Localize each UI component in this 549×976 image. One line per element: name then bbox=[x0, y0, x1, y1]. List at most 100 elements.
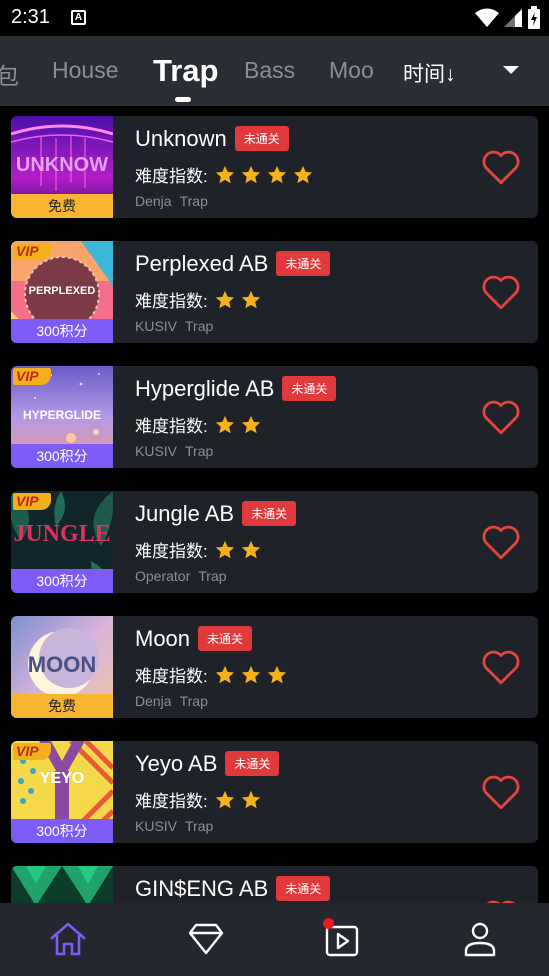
song-cover: JUNGLE VIP 300积分 bbox=[11, 491, 113, 593]
song-cover: MOON 免费 bbox=[11, 616, 113, 718]
song-list[interactable]: UNKNOW 免费 Unknown 未通关 难度指数: Denja Trap PER… bbox=[0, 106, 549, 903]
song-genre: Trap bbox=[185, 818, 214, 834]
song-meta: KUSIV Trap bbox=[135, 443, 221, 459]
song-title-text: Unknown bbox=[135, 126, 227, 151]
difficulty-row: 难度指数: bbox=[135, 287, 266, 312]
price-badge: 300积分 bbox=[11, 319, 113, 343]
notification-dot bbox=[323, 918, 334, 929]
diamond-icon[interactable] bbox=[186, 919, 226, 959]
song-title: Moon 未通关 bbox=[135, 626, 253, 652]
star-icon bbox=[215, 665, 234, 683]
star-icon bbox=[215, 540, 234, 558]
difficulty-label: 难度指数: bbox=[135, 667, 208, 686]
not-cleared-tag: 未通关 bbox=[242, 501, 297, 526]
price-badge: 300积分 bbox=[11, 569, 113, 593]
star-icon bbox=[215, 790, 234, 808]
song-card[interactable]: UNKNOW 免费 Unknown 未通关 难度指数: Denja Trap bbox=[11, 116, 538, 218]
song-title-text: Hyperglide AB bbox=[135, 376, 275, 401]
difficulty-row: 难度指数: bbox=[135, 537, 266, 562]
cover-title: PERPLEXED bbox=[28, 285, 96, 297]
cover-title: UNKNOW bbox=[15, 154, 109, 176]
song-card[interactable]: JUNGLE VIP 300积分 Jungle AB 未通关 难度指数: Oper… bbox=[11, 491, 538, 593]
song-cover: HYPERGLIDE VIP 300积分 bbox=[11, 366, 113, 468]
song-card[interactable]: PERPLEXED VIP 300积分 Perplexed AB 未通关 难度指数… bbox=[11, 241, 538, 343]
notification-a-icon: A bbox=[71, 10, 86, 25]
favorite-heart-icon[interactable] bbox=[480, 146, 522, 188]
song-cover bbox=[11, 866, 113, 903]
song-card[interactable]: GIN$ENG AB 未通关 bbox=[11, 866, 538, 903]
not-cleared-tag: 未通关 bbox=[276, 876, 331, 901]
cover-title: JUNGLE bbox=[13, 521, 111, 547]
cover-title: MOON bbox=[27, 652, 97, 677]
song-title-text: Perplexed AB bbox=[135, 251, 269, 276]
cover-art-ginseng bbox=[11, 866, 113, 903]
difficulty-label: 难度指数: bbox=[135, 292, 208, 311]
wifi-icon bbox=[475, 8, 499, 27]
song-title-text: Yeyo AB bbox=[135, 751, 218, 776]
home-icon[interactable] bbox=[48, 919, 88, 959]
song-meta: Denja Trap bbox=[135, 693, 216, 709]
favorite-heart-icon[interactable] bbox=[480, 396, 522, 438]
song-artist: KUSIV bbox=[135, 443, 178, 459]
song-title: Jungle AB 未通关 bbox=[135, 501, 297, 527]
battery-icon bbox=[528, 6, 540, 29]
song-title: Perplexed AB 未通关 bbox=[135, 251, 331, 277]
song-artist: Operator bbox=[135, 568, 191, 584]
bottom-navigation bbox=[0, 903, 549, 976]
genre-tabs: 包 House Trap Bass Moo bbox=[0, 36, 382, 106]
status-bar: 2:31 A bbox=[0, 0, 549, 36]
star-icon bbox=[241, 540, 260, 558]
star-icon bbox=[215, 290, 234, 308]
song-artist: KUSIV bbox=[135, 818, 178, 834]
sort-by-time-button[interactable]: 时间↓ bbox=[403, 58, 456, 88]
profile-icon[interactable] bbox=[460, 919, 500, 959]
song-card[interactable]: MOON 免费 Moon 未通关 难度指数: Denja Trap bbox=[11, 616, 538, 718]
song-title-text: Moon bbox=[135, 626, 191, 651]
song-card[interactable]: YEYO VIP 300积分 Yeyo AB 未通关 难度指数: KUSIV Tra… bbox=[11, 741, 538, 843]
tab-bao[interactable]: 包 bbox=[0, 57, 19, 91]
song-artist: KUSIV bbox=[135, 318, 178, 334]
not-cleared-tag: 未通关 bbox=[225, 751, 280, 776]
favorite-heart-icon[interactable] bbox=[480, 271, 522, 313]
cover-title: YEYO bbox=[39, 770, 85, 787]
song-title: Unknown 未通关 bbox=[135, 126, 289, 152]
difficulty-label: 难度指数: bbox=[135, 167, 208, 186]
song-artist: Denja bbox=[135, 693, 172, 709]
star-icon bbox=[241, 415, 260, 433]
favorite-heart-icon[interactable] bbox=[480, 646, 522, 688]
favorite-heart-icon[interactable] bbox=[480, 521, 522, 563]
song-title: Yeyo AB 未通关 bbox=[135, 751, 280, 777]
difficulty-label: 难度指数: bbox=[135, 792, 208, 811]
song-title: Hyperglide AB 未通关 bbox=[135, 376, 337, 402]
song-genre: Trap bbox=[185, 318, 214, 334]
song-card[interactable]: HYPERGLIDE VIP 300积分 Hyperglide AB 未通关 难度… bbox=[11, 366, 538, 468]
star-icon bbox=[293, 165, 312, 183]
difficulty-row: 难度指数: bbox=[135, 662, 292, 687]
not-cleared-tag: 未通关 bbox=[198, 626, 253, 651]
signal-icon bbox=[504, 9, 522, 27]
tab-moombahton[interactable]: Moo bbox=[329, 57, 374, 84]
song-genre: Trap bbox=[179, 193, 208, 209]
vip-badge: VIP bbox=[13, 493, 51, 510]
tab-bass[interactable]: Bass bbox=[244, 57, 295, 84]
song-cover: PERPLEXED VIP 300积分 bbox=[11, 241, 113, 343]
not-cleared-tag: 未通关 bbox=[234, 126, 289, 151]
song-meta: KUSIV Trap bbox=[135, 818, 221, 834]
not-cleared-tag: 未通关 bbox=[276, 251, 331, 276]
chevron-down-icon[interactable] bbox=[503, 66, 519, 74]
favorite-heart-icon[interactable] bbox=[480, 896, 522, 903]
star-icon bbox=[241, 665, 260, 683]
not-cleared-tag: 未通关 bbox=[282, 376, 337, 401]
vip-badge: VIP bbox=[13, 243, 51, 260]
status-icons bbox=[475, 6, 541, 30]
difficulty-label: 难度指数: bbox=[135, 417, 208, 436]
tab-trap[interactable]: Trap bbox=[153, 53, 218, 89]
star-icon bbox=[215, 415, 234, 433]
song-cover: YEYO VIP 300积分 bbox=[11, 741, 113, 843]
price-badge: 免费 bbox=[11, 694, 113, 718]
favorite-heart-icon[interactable] bbox=[480, 771, 522, 813]
star-icon bbox=[241, 165, 260, 183]
song-meta: KUSIV Trap bbox=[135, 318, 221, 334]
tab-house[interactable]: House bbox=[52, 57, 118, 84]
vip-badge: VIP bbox=[13, 743, 51, 760]
